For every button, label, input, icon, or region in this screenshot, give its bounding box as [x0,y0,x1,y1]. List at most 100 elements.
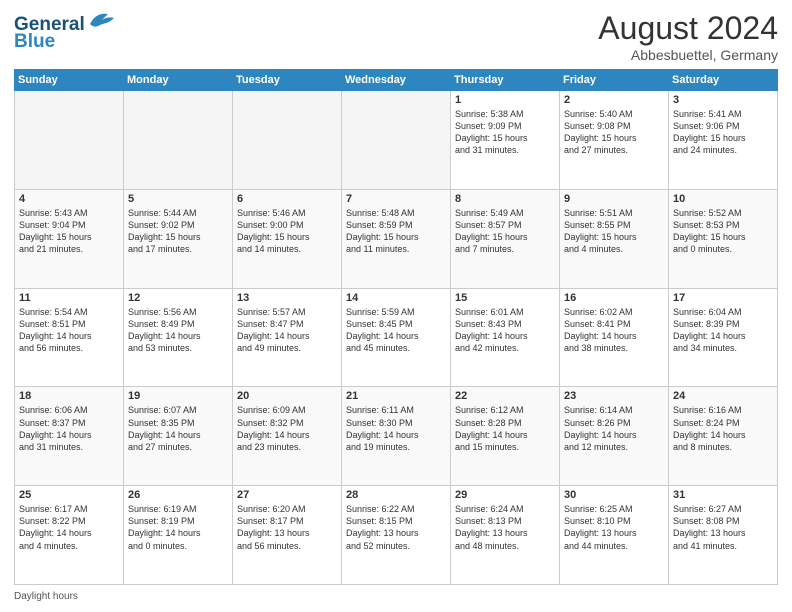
calendar: SundayMondayTuesdayWednesdayThursdayFrid… [14,69,778,585]
week-row-1: 1 Sunrise: 5:38 AM Sunset: 9:09 PM Daylig… [15,91,778,190]
day-header-thursday: Thursday [451,70,560,91]
day-number: 23 [564,390,664,402]
day-cell [233,91,342,190]
day-info: Sunrise: 5:52 AM Sunset: 8:53 PM Dayligh… [673,207,773,256]
day-cell: 14 Sunrise: 5:59 AM Sunset: 8:45 PM Dayli… [342,288,451,387]
day-info: Sunrise: 5:54 AM Sunset: 8:51 PM Dayligh… [19,306,119,355]
day-number: 16 [564,292,664,304]
day-number: 3 [673,94,773,106]
day-cell: 25 Sunrise: 6:17 AM Sunset: 8:22 PM Dayli… [15,486,124,585]
logo-bird-icon [88,10,116,30]
day-number: 15 [455,292,555,304]
day-number: 19 [128,390,228,402]
day-number: 26 [128,489,228,501]
day-number: 1 [455,94,555,106]
logo: General Blue [14,10,116,51]
day-info: Sunrise: 6:12 AM Sunset: 8:28 PM Dayligh… [455,404,555,453]
day-number: 30 [564,489,664,501]
day-number: 31 [673,489,773,501]
day-number: 29 [455,489,555,501]
day-number: 25 [19,489,119,501]
day-info: Sunrise: 6:22 AM Sunset: 8:15 PM Dayligh… [346,503,446,552]
day-info: Sunrise: 5:41 AM Sunset: 9:06 PM Dayligh… [673,108,773,157]
day-number: 12 [128,292,228,304]
day-cell: 23Sunrise: 6:14 AM Sunset: 8:26 PM Dayli… [560,387,669,486]
day-number: 11 [19,292,119,304]
day-number: 22 [455,390,555,402]
day-info: Sunrise: 6:02 AM Sunset: 8:41 PM Dayligh… [564,306,664,355]
logo-blue: Blue [14,32,55,51]
day-number: 24 [673,390,773,402]
day-cell: 9 Sunrise: 5:51 AM Sunset: 8:55 PM Daylig… [560,189,669,288]
day-cell: 19Sunrise: 6:07 AM Sunset: 8:35 PM Dayli… [124,387,233,486]
day-number: 7 [346,193,446,205]
day-info: Sunrise: 6:16 AM Sunset: 8:24 PM Dayligh… [673,404,773,453]
day-info: Sunrise: 6:27 AM Sunset: 8:08 PM Dayligh… [673,503,773,552]
week-row-5: 25 Sunrise: 6:17 AM Sunset: 8:22 PM Dayli… [15,486,778,585]
day-cell: 24 Sunrise: 6:16 AM Sunset: 8:24 PM Dayli… [669,387,778,486]
day-info: Sunrise: 5:56 AM Sunset: 8:49 PM Dayligh… [128,306,228,355]
footer-text: Daylight hours [14,591,78,602]
day-info: Sunrise: 6:17 AM Sunset: 8:22 PM Dayligh… [19,503,119,552]
day-cell: 20 Sunrise: 6:09 AM Sunset: 8:32 PM Dayli… [233,387,342,486]
day-header-monday: Monday [124,70,233,91]
day-info: Sunrise: 5:48 AM Sunset: 8:59 PM Dayligh… [346,207,446,256]
day-cell: 29 Sunrise: 6:24 AM Sunset: 8:13 PM Dayli… [451,486,560,585]
day-number: 6 [237,193,337,205]
day-cell: 27Sunrise: 6:20 AM Sunset: 8:17 PM Dayli… [233,486,342,585]
header: General Blue August 2024 Abbesbuettel, G… [14,10,778,63]
day-number: 4 [19,193,119,205]
day-cell: 26 Sunrise: 6:19 AM Sunset: 8:19 PM Dayli… [124,486,233,585]
day-info: Sunrise: 6:20 AM Sunset: 8:17 PM Dayligh… [237,503,337,552]
day-number: 9 [564,193,664,205]
day-number: 17 [673,292,773,304]
day-cell: 21 Sunrise: 6:11 AM Sunset: 8:30 PM Dayli… [342,387,451,486]
day-info: Sunrise: 6:19 AM Sunset: 8:19 PM Dayligh… [128,503,228,552]
day-info: Sunrise: 5:44 AM Sunset: 9:02 PM Dayligh… [128,207,228,256]
week-row-2: 4 Sunrise: 5:43 AM Sunset: 9:04 PM Daylig… [15,189,778,288]
day-cell: 8Sunrise: 5:49 AM Sunset: 8:57 PM Daylig… [451,189,560,288]
footer: Daylight hours [14,589,778,602]
day-cell: 2 Sunrise: 5:40 AM Sunset: 9:08 PM Daylig… [560,91,669,190]
day-cell: 31 Sunrise: 6:27 AM Sunset: 8:08 PM Dayli… [669,486,778,585]
day-cell: 10Sunrise: 5:52 AM Sunset: 8:53 PM Dayli… [669,189,778,288]
day-number: 18 [19,390,119,402]
day-cell: 5Sunrise: 5:44 AM Sunset: 9:02 PM Daylig… [124,189,233,288]
day-info: Sunrise: 6:24 AM Sunset: 8:13 PM Dayligh… [455,503,555,552]
day-number: 21 [346,390,446,402]
days-header-row: SundayMondayTuesdayWednesdayThursdayFrid… [15,70,778,91]
day-cell: 18 Sunrise: 6:06 AM Sunset: 8:37 PM Dayli… [15,387,124,486]
day-info: Sunrise: 6:06 AM Sunset: 8:37 PM Dayligh… [19,404,119,453]
day-cell: 4 Sunrise: 5:43 AM Sunset: 9:04 PM Daylig… [15,189,124,288]
day-info: Sunrise: 6:11 AM Sunset: 8:30 PM Dayligh… [346,404,446,453]
day-info: Sunrise: 5:40 AM Sunset: 9:08 PM Dayligh… [564,108,664,157]
month-year: August 2024 [598,10,778,47]
day-cell: 28Sunrise: 6:22 AM Sunset: 8:15 PM Dayli… [342,486,451,585]
day-cell: 13Sunrise: 5:57 AM Sunset: 8:47 PM Dayli… [233,288,342,387]
day-info: Sunrise: 6:09 AM Sunset: 8:32 PM Dayligh… [237,404,337,453]
day-cell: 22 Sunrise: 6:12 AM Sunset: 8:28 PM Dayli… [451,387,560,486]
day-header-tuesday: Tuesday [233,70,342,91]
day-cell: 15Sunrise: 6:01 AM Sunset: 8:43 PM Dayli… [451,288,560,387]
day-info: Sunrise: 5:43 AM Sunset: 9:04 PM Dayligh… [19,207,119,256]
day-info: Sunrise: 5:49 AM Sunset: 8:57 PM Dayligh… [455,207,555,256]
day-info: Sunrise: 5:59 AM Sunset: 8:45 PM Dayligh… [346,306,446,355]
day-number: 20 [237,390,337,402]
day-info: Sunrise: 6:04 AM Sunset: 8:39 PM Dayligh… [673,306,773,355]
title-block: August 2024 Abbesbuettel, Germany [598,10,778,63]
calendar-table: SundayMondayTuesdayWednesdayThursdayFrid… [14,69,778,585]
week-row-4: 18 Sunrise: 6:06 AM Sunset: 8:37 PM Dayli… [15,387,778,486]
day-info: Sunrise: 5:51 AM Sunset: 8:55 PM Dayligh… [564,207,664,256]
week-row-3: 11 Sunrise: 5:54 AM Sunset: 8:51 PM Dayli… [15,288,778,387]
day-cell [342,91,451,190]
day-cell: 16 Sunrise: 6:02 AM Sunset: 8:41 PM Dayli… [560,288,669,387]
day-cell: 7 Sunrise: 5:48 AM Sunset: 8:59 PM Daylig… [342,189,451,288]
day-number: 14 [346,292,446,304]
calendar-body: 1 Sunrise: 5:38 AM Sunset: 9:09 PM Daylig… [15,91,778,585]
day-header-sunday: Sunday [15,70,124,91]
day-number: 2 [564,94,664,106]
day-header-wednesday: Wednesday [342,70,451,91]
day-info: Sunrise: 5:38 AM Sunset: 9:09 PM Dayligh… [455,108,555,157]
day-cell [124,91,233,190]
day-info: Sunrise: 5:57 AM Sunset: 8:47 PM Dayligh… [237,306,337,355]
